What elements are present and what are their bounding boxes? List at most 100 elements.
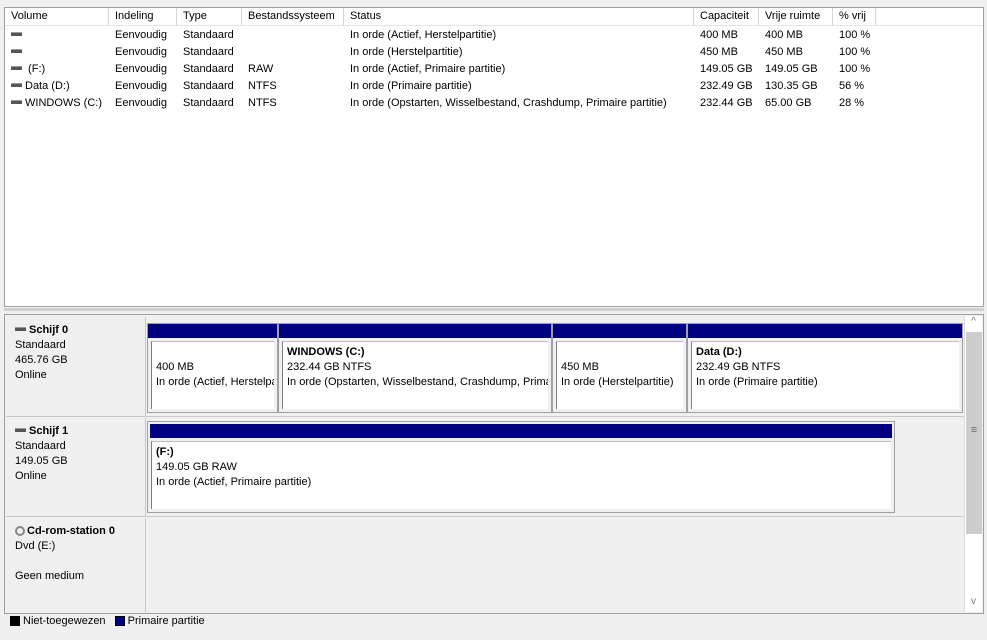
partition-size: 400 MB [156,361,194,373]
cell-text: In orde (Primaire partitie) [350,80,472,92]
cell-text: 65.00 GB [765,97,812,109]
cell-capacity: 232.49 GB [694,80,753,92]
partition-size: 232.44 GB NTFS [287,361,372,373]
partition-windows-c[interactable]: WINDOWS (C:) 232.44 GB NTFS In orde (Opsta… [278,323,552,413]
column-header-status[interactable]: Status [344,8,694,26]
cell-status: In orde (Actief, Herstelpartitie) [344,29,496,41]
disk-name: Cd-rom-station 0 [27,525,115,537]
disk-icon [15,327,26,332]
column-header-type[interactable]: Type [177,8,242,26]
cell-free: 149.05 GB [759,63,818,75]
cell-free: 65.00 GB [759,97,811,109]
disk-state: Geen medium [15,570,85,582]
volume-icon [11,83,22,88]
partition-f[interactable]: (F:) 149.05 GB RAW In orde (Actief, Primai… [147,421,895,513]
cell-text: Eenvoudig [115,63,167,75]
column-header-free-space[interactable]: Vrije ruimte [759,8,833,26]
cell-text: 100 % [839,46,871,58]
table-row[interactable]: Data (D:) Eenvoudig Standaard NTFS In orde (… [5,78,983,95]
cell-text: WINDOWS (C:) [25,97,102,109]
cell-volume: (F:) [5,63,45,75]
cell-text: 100 % [839,29,871,41]
scroll-up-button[interactable]: ^ [965,316,982,332]
cell-text: 400 MB [765,29,803,41]
column-header-filesystem[interactable]: Bestandssysteem [242,8,344,26]
partition-recovery-400mb[interactable]: 400 MB In orde (Actief, Herstelpartitie) [147,323,278,413]
disk-row-0: Schijf 0 Standaard 465.76 GB Online 400 … [6,317,964,417]
disk-row-cdrom: Cd-rom-station 0 Dvd (E:) Geen medium [6,518,964,612]
cell-type: Standaard [177,29,234,41]
partition-status: In orde (Herstelpartitie) [561,376,674,388]
cell-text: RAW [248,63,274,75]
column-header-layout[interactable]: Indeling [109,8,177,26]
cell-text: 450 MB [700,46,738,58]
cell-text: Standaard [183,80,234,92]
disk-icon [15,428,26,433]
cell-status: In orde (Herstelpartitie) [344,46,463,58]
cd-icon [15,526,25,537]
cell-text: 400 MB [700,29,738,41]
scroll-down-button[interactable]: v [965,596,982,612]
cell-text: (F:) [25,63,46,75]
cell-pct: 56 % [833,80,864,92]
partition-size: 232.49 GB NTFS [696,361,781,373]
cell-pct: 28 % [833,97,864,109]
cell-type: Standaard [177,97,234,109]
scrollbar-thumb[interactable]: ≡ [966,332,982,534]
cell-layout: Eenvoudig [109,46,167,58]
cell-fs: RAW [242,63,273,75]
cell-volume: Data (D:) [5,80,70,92]
cell-status: In orde (Actief, Primaire partitie) [344,63,505,75]
disk-label-cdrom[interactable]: Cd-rom-station 0 Dvd (E:) Geen medium [6,518,146,612]
disk-label-1[interactable]: Schijf 1 Standaard 149.05 GB Online [6,418,146,516]
cell-capacity: 450 MB [694,46,738,58]
disk-type: Standaard [15,339,66,351]
cell-pct: 100 % [833,63,870,75]
cell-volume: WINDOWS (C:) [5,97,102,109]
table-row[interactable]: WINDOWS (C:) Eenvoudig Standaard NTFS In ord… [5,95,983,112]
partition-status: In orde (Actief, Herstelpartitie) [156,376,274,388]
cell-layout: Eenvoudig [109,29,167,41]
column-header-volume[interactable]: Volume [5,8,109,26]
cell-text: 130.35 GB [765,80,818,92]
cell-layout: Eenvoudig [109,63,167,75]
cell-type: Standaard [177,46,234,58]
disk-size: 465.76 GB [15,354,68,366]
cell-text: Eenvoudig [115,46,167,58]
volume-icon [11,49,22,54]
column-header-capacity[interactable]: Capaciteit [694,8,759,26]
cell-text: In orde (Actief, Primaire partitie) [350,63,506,75]
disk-name: Schijf 1 [29,425,69,437]
cell-text: Eenvoudig [115,29,167,41]
table-row[interactable]: (F:) Eenvoudig Standaard RAW In orde (Actief… [5,61,983,78]
disk-label-0[interactable]: Schijf 0 Standaard 465.76 GB Online [6,317,146,416]
cell-text: 232.44 GB [700,97,753,109]
cell-capacity: 232.44 GB [694,97,753,109]
partition-data-d[interactable]: Data (D:) 232.49 GB NTFS In orde (Primaire… [687,323,963,413]
cell-layout: Eenvoudig [109,80,167,92]
cell-volume [5,29,25,41]
column-header-percent-free[interactable]: % vrij [833,8,876,26]
disk-state: Online [15,369,47,381]
cell-text: NTFS [248,97,277,109]
disk-type: Standaard [15,440,66,452]
cell-text: 149.05 GB [700,63,753,75]
legend-swatch-primary [114,616,125,627]
pane-splitter[interactable] [4,308,984,311]
partition-title: (F:) [156,446,174,458]
partition-status: In orde (Opstarten, Wisselbestand, Crash… [287,376,548,388]
volume-icon [11,66,22,71]
partition-recovery-450mb[interactable]: 450 MB In orde (Herstelpartitie) [552,323,687,413]
table-row[interactable]: Eenvoudig Standaard In orde (Actief, Herst… [5,27,983,44]
partition-status: In orde (Primaire partitie) [696,376,818,388]
cell-text: Standaard [183,29,234,41]
cell-text: 56 % [839,80,865,92]
legend-label: Niet-toegewezen [23,615,106,627]
disk-row-1: Schijf 1 Standaard 149.05 GB Online (F:)… [6,418,964,517]
table-row[interactable]: Eenvoudig Standaard In orde (Herstelpartit… [5,44,983,61]
volume-list[interactable]: Volume Indeling Type Bestandssysteem Sta… [4,7,984,307]
cell-type: Standaard [177,80,234,92]
vertical-scrollbar[interactable]: ^ ≡ v [964,316,982,612]
cell-fs: NTFS [242,80,277,92]
cell-capacity: 400 MB [694,29,738,41]
